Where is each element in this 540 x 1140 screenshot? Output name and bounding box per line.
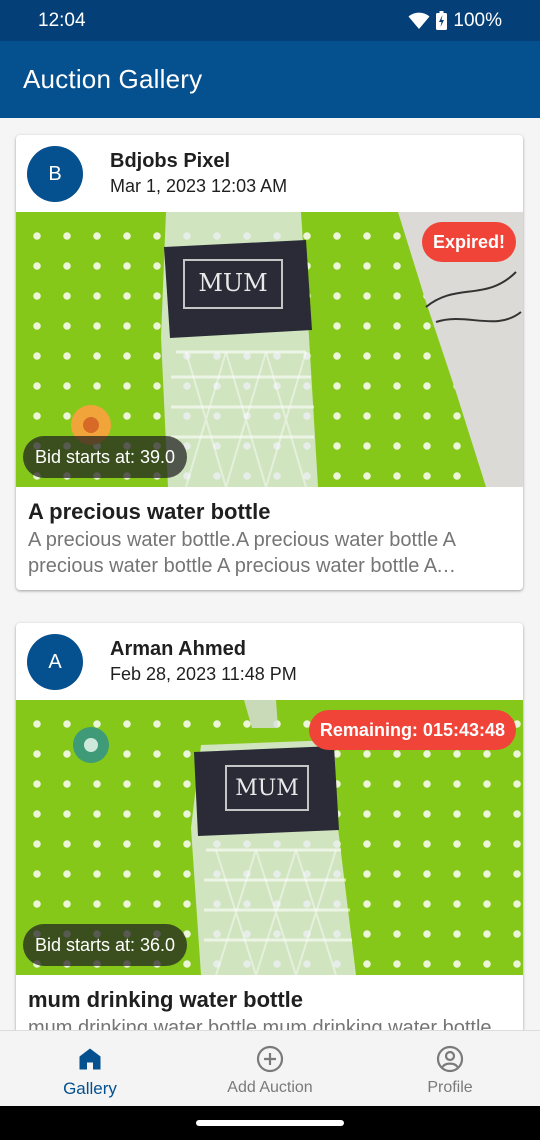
bid-start-label: Bid starts at: 39.0	[23, 436, 188, 478]
nav-item-gallery[interactable]: Gallery	[0, 1031, 180, 1106]
status-badge: Expired!	[421, 222, 516, 262]
nav-label: Profile	[427, 1079, 473, 1096]
auction-card[interactable]: B Bdjobs Pixel Mar 1, 2023 12:03 AM MUM …	[16, 135, 523, 590]
page-title: Auction Gallery	[23, 64, 203, 94]
avatar[interactable]: B	[27, 146, 83, 202]
item-title: A precious water bottle	[28, 499, 271, 524]
battery-percent: 100%	[453, 9, 502, 31]
account-circle-icon	[436, 1044, 464, 1074]
auction-card[interactable]: A Arman Ahmed Feb 28, 2023 11:48 PM MUM …	[16, 623, 523, 1030]
avatar[interactable]: A	[27, 634, 83, 690]
nav-label: Gallery	[63, 1079, 117, 1098]
item-description: mum drinking water bottle mum drinking w…	[28, 1017, 492, 1030]
bottom-navigation: Gallery Add Auction Profile	[0, 1030, 540, 1106]
card-body: mum drinking water bottle mum drinking w…	[16, 975, 523, 1030]
card-header: A Arman Ahmed Feb 28, 2023 11:48 PM	[16, 623, 523, 700]
item-title: mum drinking water bottle	[28, 987, 304, 1012]
bottle-label-text: MUM	[235, 776, 299, 801]
status-bar: 12:04 100%	[0, 0, 540, 41]
post-date: Feb 28, 2023 11:48 PM	[110, 664, 297, 684]
auction-image[interactable]: MUM Expired! Bid starts at: 39.0	[16, 212, 523, 487]
wifi-icon	[408, 12, 430, 30]
bid-start-label: Bid starts at: 36.0	[23, 924, 188, 966]
status-time: 12:04	[38, 9, 86, 31]
card-header: B Bdjobs Pixel Mar 1, 2023 12:03 AM	[16, 135, 523, 212]
nav-item-profile[interactable]: Profile	[360, 1031, 540, 1106]
bottle-label-text: MUM	[198, 269, 267, 297]
nav-item-add-auction[interactable]: Add Auction	[180, 1031, 360, 1106]
status-badge: Remaining: 015:43:48	[308, 710, 516, 750]
auction-image[interactable]: MUM Remaining: 015:43:48 Bid starts at: …	[16, 700, 523, 975]
item-description: A precious water bottle.A precious water…	[28, 529, 455, 577]
status-icons: 100%	[408, 10, 502, 32]
system-gesture-bar	[0, 1106, 540, 1140]
app-bar: Auction Gallery	[0, 41, 540, 118]
auction-feed[interactable]: B Bdjobs Pixel Mar 1, 2023 12:03 AM MUM …	[0, 118, 540, 1030]
home-gesture-handle[interactable]	[196, 1120, 344, 1126]
author-name: Arman Ahmed	[110, 638, 246, 660]
post-date: Mar 1, 2023 12:03 AM	[110, 176, 288, 196]
card-body: A precious water bottle A precious water…	[16, 487, 523, 590]
author-name: Bdjobs Pixel	[110, 150, 231, 172]
add-circle-icon	[256, 1044, 284, 1074]
battery-icon	[436, 11, 448, 30]
nav-label: Add Auction	[227, 1079, 313, 1096]
home-icon	[78, 1044, 102, 1074]
